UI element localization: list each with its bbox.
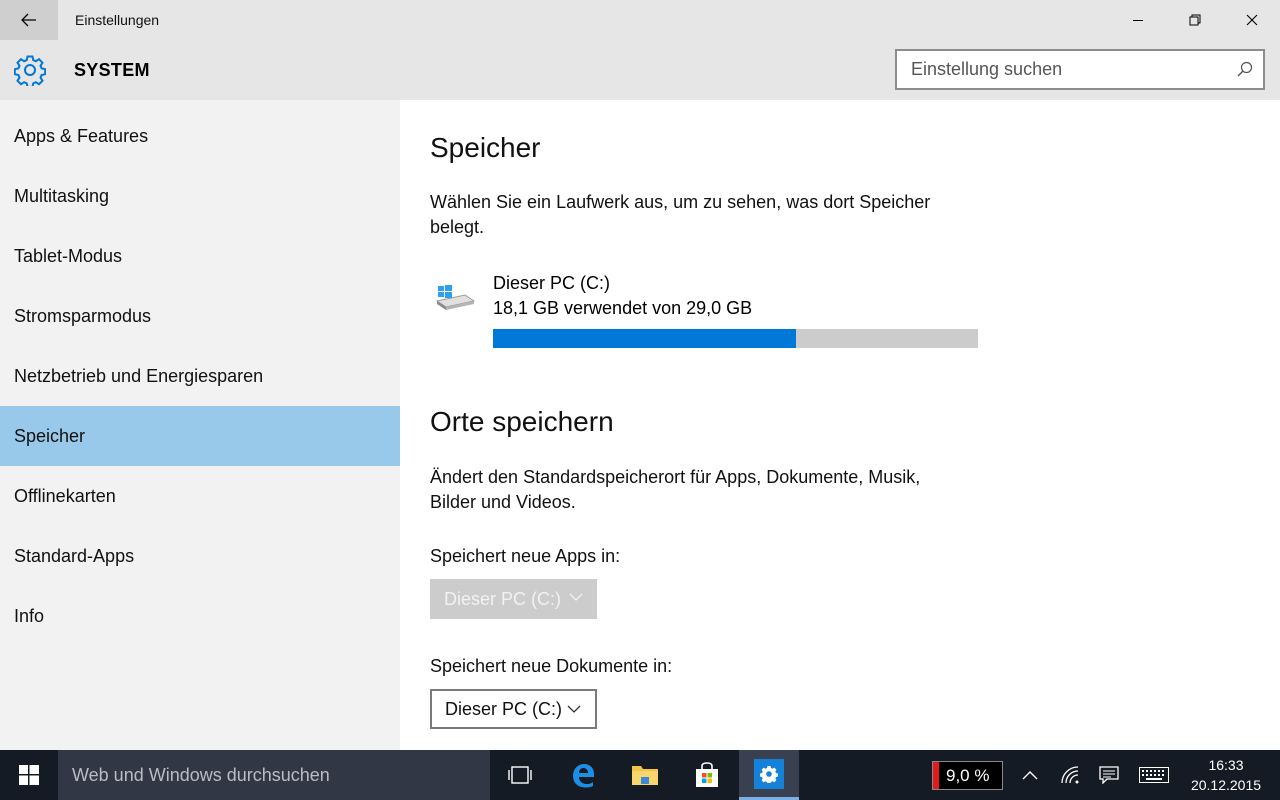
sidebar-item-label: Apps & Features	[14, 125, 149, 146]
close-button[interactable]	[1223, 0, 1280, 40]
chevron-up-icon	[1022, 771, 1038, 780]
windows-logo-icon	[19, 765, 39, 785]
restore-icon	[1189, 14, 1200, 26]
touch-keyboard-button[interactable]	[1134, 750, 1174, 800]
dropdown-value: Dieser PC (C:)	[444, 588, 562, 609]
start-button[interactable]	[0, 750, 58, 800]
dropdown-value: Dieser PC (C:)	[445, 698, 563, 719]
taskbar: Web und Windows durchsuchen 9,0 % 16:33 …	[0, 750, 1280, 800]
taskbar-search[interactable]: Web und Windows durchsuchen	[58, 750, 490, 800]
sidebar-item-label: Multitasking	[14, 185, 110, 206]
taskbar-edge[interactable]	[553, 750, 613, 800]
sidebar-item-label: Tablet-Modus	[14, 245, 123, 266]
sidebar-item-label: Stromsparmodus	[14, 305, 152, 326]
main-content: Speicher Wählen Sie ein Laufwerk aus, um…	[400, 100, 1280, 750]
window-title: Einstellungen	[75, 12, 160, 28]
storage-description: Wählen Sie ein Laufwerk aus, um zu sehen…	[430, 192, 931, 237]
sidebar: Apps & Features Multitasking Tablet-Modu…	[0, 100, 400, 750]
sidebar-item-label: Info	[14, 605, 45, 626]
clock-date: 20.12.2015	[1190, 777, 1262, 793]
sidebar-item-multitasking[interactable]: Multitasking	[0, 166, 400, 226]
search-icon[interactable]	[1237, 61, 1253, 77]
apps-location-dropdown[interactable]: Dieser PC (C:)	[430, 579, 597, 619]
taskbar-explorer[interactable]	[615, 750, 675, 800]
clock-time: 16:33	[1208, 757, 1244, 773]
settings-search[interactable]	[895, 49, 1265, 90]
sidebar-item-label: Netzbetrieb und Energiesparen	[14, 365, 264, 386]
drive-icon[interactable]	[435, 283, 475, 311]
task-view-button[interactable]	[490, 750, 550, 800]
docs-location-dropdown[interactable]: Dieser PC (C:)	[430, 689, 597, 729]
action-center-button[interactable]	[1090, 750, 1128, 800]
taskbar-settings[interactable]	[739, 750, 799, 800]
chevron-down-icon	[569, 593, 583, 601]
sidebar-item-label: Standard-Apps	[14, 545, 135, 566]
sidebar-item-tablet-mode[interactable]: Tablet-Modus	[0, 226, 400, 286]
network-button[interactable]	[1052, 750, 1088, 800]
taskbar-store[interactable]	[677, 750, 737, 800]
drive-usage-bar[interactable]	[493, 329, 978, 348]
minimize-icon	[1132, 20, 1143, 21]
taskbar-search-text: Web und Windows durchsuchen	[72, 764, 330, 785]
storage-heading: Speicher	[430, 132, 541, 163]
save-locations-description: Ändert den Standardspeicherort für Apps,…	[430, 467, 921, 512]
back-button[interactable]	[0, 0, 58, 40]
apps-location-label: Speichert neue Apps in:	[430, 546, 621, 566]
sidebar-item-label: Offlinekarten	[14, 485, 116, 506]
sidebar-item-offline-maps[interactable]: Offlinekarten	[0, 466, 400, 526]
docs-location-label: Speichert neue Dokumente in:	[430, 656, 673, 676]
cpu-usage-text: 9,0 %	[946, 765, 990, 785]
title-bar: Einstellungen	[0, 0, 1280, 40]
gear-icon	[760, 765, 778, 783]
settings-app-tile	[754, 758, 784, 789]
folder-icon	[632, 766, 658, 785]
chevron-down-icon	[567, 705, 581, 713]
sidebar-item-power-sleep[interactable]: Netzbetrieb und Energiesparen	[0, 346, 400, 406]
sidebar-item-label: Speicher	[14, 425, 86, 446]
cpu-usage-widget[interactable]: 9,0 %	[932, 761, 1003, 790]
restore-button[interactable]	[1166, 0, 1223, 40]
sidebar-item-storage[interactable]: Speicher	[0, 406, 400, 466]
sidebar-item-battery-saver[interactable]: Stromsparmodus	[0, 286, 400, 346]
minimize-button[interactable]	[1109, 0, 1166, 40]
sidebar-item-info[interactable]: Info	[0, 586, 400, 646]
save-locations-heading: Orte speichern	[430, 406, 614, 437]
page-title: SYSTEM	[74, 60, 150, 80]
arrow-left-icon	[21, 13, 36, 27]
sidebar-item-apps-features[interactable]: Apps & Features	[0, 106, 400, 166]
store-icon	[696, 762, 718, 787]
wifi-icon	[1061, 766, 1079, 784]
system-clock[interactable]: 16:33 20.12.2015	[1180, 755, 1272, 795]
sidebar-item-default-apps[interactable]: Standard-Apps	[0, 526, 400, 586]
drive-usage-fill	[493, 329, 796, 348]
settings-header: SYSTEM	[0, 40, 1280, 100]
keyboard-icon	[1139, 767, 1169, 783]
cpu-usage-bar	[933, 762, 939, 789]
window-controls	[1109, 0, 1280, 40]
task-view-icon	[508, 766, 532, 784]
notification-icon	[1099, 766, 1119, 784]
close-icon	[1246, 14, 1257, 26]
search-input[interactable]	[897, 51, 1217, 88]
drive-name[interactable]: Dieser PC (C:)	[493, 273, 610, 294]
show-hidden-icons-button[interactable]	[1012, 750, 1048, 800]
drive-usage-text: 18,1 GB verwendet von 29,0 GB	[493, 298, 753, 318]
gear-icon	[14, 55, 46, 86]
edge-icon	[573, 764, 594, 788]
